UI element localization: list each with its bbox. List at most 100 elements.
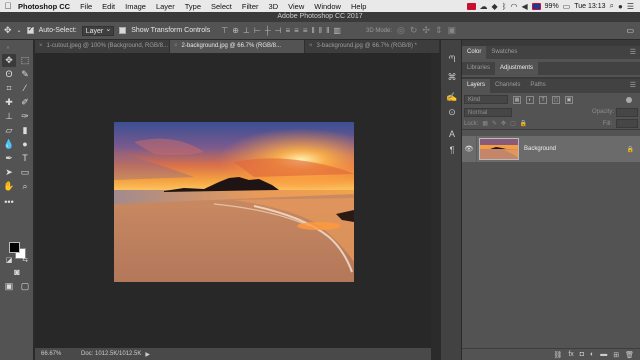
distribute-left-icon[interactable]: ‖	[311, 26, 314, 35]
layer-name[interactable]: Background	[524, 146, 556, 152]
lasso-tool-icon[interactable]: ʘ	[2, 68, 16, 81]
eye-icon[interactable]: 👁	[462, 145, 476, 153]
show-transform-checkbox[interactable]	[119, 27, 127, 34]
menu-3d[interactable]: 3D	[264, 2, 284, 11]
menu-image[interactable]: Image	[120, 2, 151, 11]
panel-menu-icon[interactable]: ☰	[630, 46, 636, 59]
filter-smart-object-icon[interactable]: ▣	[565, 95, 573, 104]
zoom-tool-icon[interactable]: ⌕	[18, 180, 32, 193]
volume-icon[interactable]: ◀	[522, 2, 528, 11]
tab-channels[interactable]: Channels	[490, 79, 525, 93]
artboard-tool-icon[interactable]: ▢	[18, 280, 32, 293]
path-selection-tool-icon[interactable]: ➤	[2, 166, 16, 179]
chevron-down-icon[interactable]: ⌄	[17, 27, 22, 34]
menu-select[interactable]: Select	[206, 2, 237, 11]
battery-percent[interactable]: 99%	[545, 3, 559, 10]
close-icon[interactable]: ×	[174, 43, 178, 49]
gradient-tool-icon[interactable]: ▮	[18, 124, 32, 137]
character-panel-icon[interactable]: A	[446, 128, 458, 140]
menu-layer[interactable]: Layer	[151, 2, 180, 11]
fill-field[interactable]	[616, 119, 638, 128]
blur-tool-icon[interactable]: 💧	[2, 138, 16, 151]
tab-swatches[interactable]: Swatches	[486, 46, 522, 59]
uk-flag-icon[interactable]	[531, 2, 541, 10]
3d-pan-icon[interactable]: ✣	[422, 25, 430, 36]
align-bottom-icon[interactable]: ⊥	[243, 26, 250, 35]
lock-transparent-icon[interactable]: ▦	[482, 120, 488, 127]
delete-layer-icon[interactable]: 🗑	[625, 351, 634, 359]
layer-row-background[interactable]: 👁 Background 🔒	[462, 136, 640, 162]
type-tool-icon[interactable]: T	[18, 152, 32, 165]
filter-shape-icon[interactable]: ▢	[552, 95, 560, 104]
distribute-top-icon[interactable]: ≡	[285, 26, 290, 35]
screen-mode-icon[interactable]: ▣	[2, 280, 16, 293]
blend-mode-dropdown[interactable]: Normal	[464, 107, 512, 117]
filter-adjustment-icon[interactable]: ◐	[526, 95, 534, 104]
document-canvas-image[interactable]	[114, 122, 354, 282]
move-tool-icon[interactable]: ✥	[2, 54, 16, 67]
foreground-color-swatch[interactable]	[9, 242, 20, 253]
align-right-icon[interactable]: ⊣	[275, 26, 282, 35]
tab-2-background[interactable]: × 2-background.jpg @ 66.7% (RGB/8...	[170, 40, 305, 53]
tab-adjustments[interactable]: Adjustments	[495, 62, 539, 75]
lock-artboard-icon[interactable]: ▢	[510, 120, 516, 127]
rectangle-tool-icon[interactable]: ▭	[18, 166, 32, 179]
tab-color[interactable]: Color	[462, 46, 487, 59]
filter-toggle-icon[interactable]	[626, 96, 632, 103]
quick-mask-icon[interactable]: ◙	[10, 266, 24, 279]
search-icon[interactable]: ⌕	[610, 1, 614, 11]
menu-help[interactable]: Help	[346, 2, 371, 11]
clone-source-icon[interactable]: ⊙	[446, 106, 458, 118]
dodge-tool-icon[interactable]: ●	[18, 138, 32, 151]
3d-slide-icon[interactable]: ⇕	[435, 25, 443, 36]
new-layer-icon[interactable]: ⊞	[613, 351, 619, 359]
align-center-icon[interactable]: ┼	[265, 26, 271, 35]
add-mask-icon[interactable]: ◘	[580, 351, 584, 358]
align-left-icon[interactable]: ⊢	[254, 26, 261, 35]
paragraph-panel-icon[interactable]: ¶	[446, 144, 458, 156]
auto-select-dropdown[interactable]: Layer	[81, 25, 115, 36]
distribute-bottom-icon[interactable]: ≡	[303, 26, 308, 35]
eyedropper-tool-icon[interactable]: ⁄	[18, 82, 32, 95]
menu-view[interactable]: View	[283, 2, 309, 11]
zoom-level[interactable]: 66.67%	[35, 351, 69, 357]
status-menu-arrow-icon[interactable]: ▶	[145, 351, 150, 358]
lock-all-icon[interactable]: 🔒	[520, 120, 527, 127]
canvas-workspace[interactable]	[35, 53, 431, 348]
3d-scale-icon[interactable]: ▣	[448, 25, 457, 36]
apple-logo-icon[interactable]: 	[0, 1, 16, 11]
align-middle-icon[interactable]: ⊕	[232, 26, 239, 35]
cloud-icon[interactable]: ☁	[480, 2, 488, 11]
tab-paths[interactable]: Paths	[525, 79, 550, 93]
opacity-field[interactable]	[616, 107, 638, 117]
eraser-tool-icon[interactable]: ▱	[2, 124, 16, 137]
tab-3-background[interactable]: × 3-background.jpg @ 66.7% (RGB/8) *	[305, 40, 440, 53]
lock-position-icon[interactable]: ✥	[501, 120, 506, 127]
properties-panel-icon[interactable]: ⌘	[446, 71, 458, 83]
clone-stamp-tool-icon[interactable]: ⊥	[2, 110, 16, 123]
wifi-icon[interactable]: ◠	[511, 2, 518, 11]
distribute-center-icon[interactable]: ‖	[319, 26, 322, 35]
bluetooth-icon[interactable]: ᛒ	[502, 2, 507, 11]
brush-tool-icon[interactable]: ✐	[18, 96, 32, 109]
3d-roll-icon[interactable]: ↻	[410, 25, 418, 36]
close-icon[interactable]: ×	[39, 43, 43, 49]
layer-style-icon[interactable]: fx	[568, 351, 573, 358]
auto-align-icon[interactable]: ▥	[333, 26, 341, 35]
tab-libraries[interactable]: Libraries	[462, 62, 495, 75]
notification-center-icon[interactable]: ☰	[627, 2, 634, 11]
align-top-icon[interactable]: ⊤	[221, 26, 228, 35]
workspace-switcher-icon[interactable]: ▭	[626, 26, 634, 35]
menu-photoshop[interactable]: Photoshop CC	[16, 2, 75, 11]
clock[interactable]: Tue 13:13	[574, 3, 605, 10]
siri-icon[interactable]: ●	[618, 2, 623, 11]
menu-file[interactable]: File	[75, 2, 97, 11]
history-brush-tool-icon[interactable]: ✑	[18, 110, 32, 123]
3d-orbit-icon[interactable]: ◎	[397, 25, 405, 36]
menu-edit[interactable]: Edit	[97, 2, 120, 11]
auto-select-checkbox[interactable]	[26, 25, 34, 34]
new-group-icon[interactable]: ▬	[600, 351, 607, 358]
distribute-right-icon[interactable]: ‖	[326, 26, 329, 35]
filter-kind-dropdown[interactable]: Kind	[464, 95, 508, 104]
quick-selection-tool-icon[interactable]: ✎	[18, 68, 32, 81]
